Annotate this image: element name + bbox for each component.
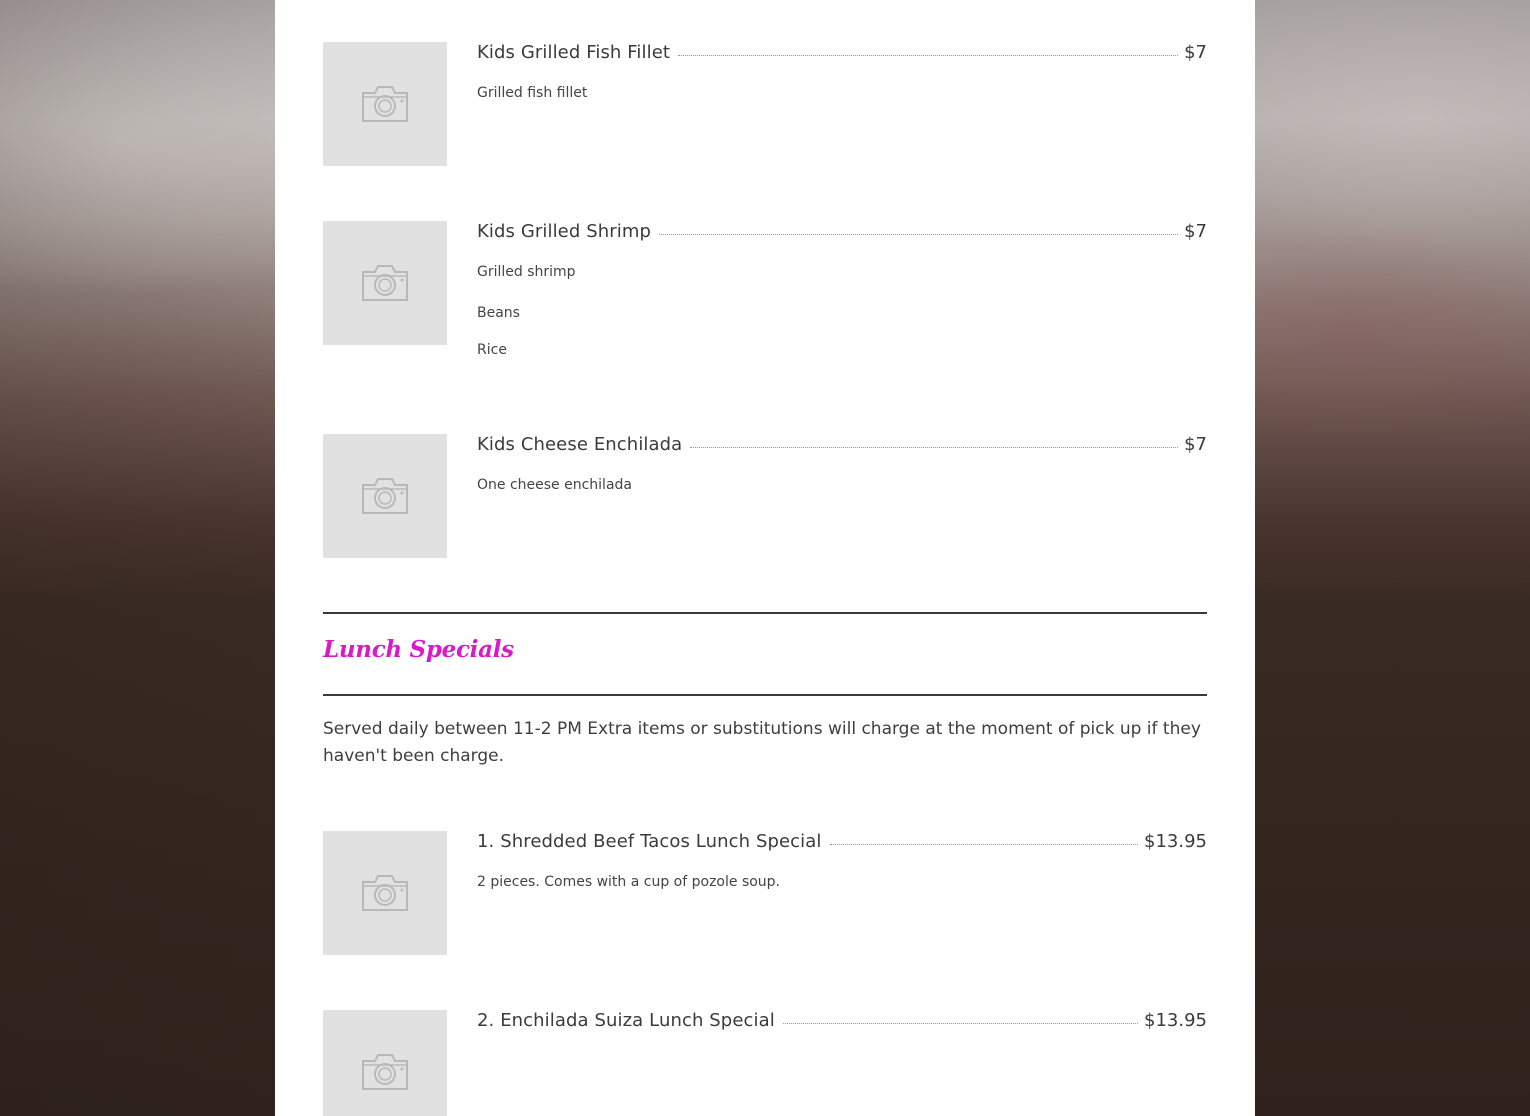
item-description: Grilled shrimp (477, 264, 576, 280)
item-price: $13.95 (1144, 1010, 1207, 1031)
item-description: Beans (477, 305, 520, 321)
camera-icon (362, 265, 408, 301)
item-price: $7 (1184, 42, 1207, 63)
section-title: Lunch Specials (323, 636, 514, 663)
section-description: Served daily between 11-2 PM Extra items… (323, 719, 1201, 766)
item-image-placeholder (323, 42, 447, 166)
item-price: $13.95 (1144, 831, 1207, 852)
menu-item[interactable]: 1. Shredded Beef Tacos Lunch Special $13… (323, 831, 1207, 955)
item-name: Kids Grilled Fish Fillet (477, 42, 671, 63)
section-divider-top (323, 612, 1207, 614)
dot-leader (690, 446, 1179, 448)
item-name: 1. Shredded Beef Tacos Lunch Special (477, 831, 822, 852)
menu-item[interactable]: Kids Cheese Enchilada $7 One cheese ench… (323, 434, 1207, 558)
item-description: 2 pieces. Comes with a cup of pozole sou… (477, 874, 781, 890)
camera-icon (362, 478, 408, 514)
dot-leader (829, 843, 1139, 845)
item-image-placeholder (323, 434, 447, 558)
menu-panel: Kids Grilled Fish Fillet $7 Grilled fish… (275, 0, 1255, 1116)
item-name: 2. Enchilada Suiza Lunch Special (477, 1010, 775, 1031)
page-background (0, 0, 275, 1116)
menu-item[interactable]: 2. Enchilada Suiza Lunch Special $13.95 (323, 1010, 1207, 1116)
camera-icon (362, 1054, 408, 1090)
item-description: One cheese enchilada (477, 477, 632, 493)
menu-item[interactable]: Kids Grilled Fish Fillet $7 Grilled fish… (323, 42, 1207, 166)
item-description: Rice (477, 342, 507, 358)
dot-leader (782, 1022, 1139, 1024)
item-image-placeholder (323, 1010, 447, 1116)
item-price: $7 (1184, 434, 1207, 455)
item-image-placeholder (323, 221, 447, 345)
item-name: Kids Grilled Shrimp (477, 221, 651, 242)
item-price: $7 (1184, 221, 1207, 242)
dot-leader (659, 233, 1179, 235)
section-divider-bottom (323, 694, 1207, 696)
camera-icon (362, 875, 408, 911)
item-name: Kids Cheese Enchilada (477, 434, 683, 455)
dot-leader (678, 54, 1179, 56)
menu-item[interactable]: Kids Grilled Shrimp $7 Grilled shrimp Be… (323, 221, 1207, 358)
camera-icon (362, 86, 408, 122)
item-description: Grilled fish fillet (477, 85, 588, 101)
item-image-placeholder (323, 831, 447, 955)
